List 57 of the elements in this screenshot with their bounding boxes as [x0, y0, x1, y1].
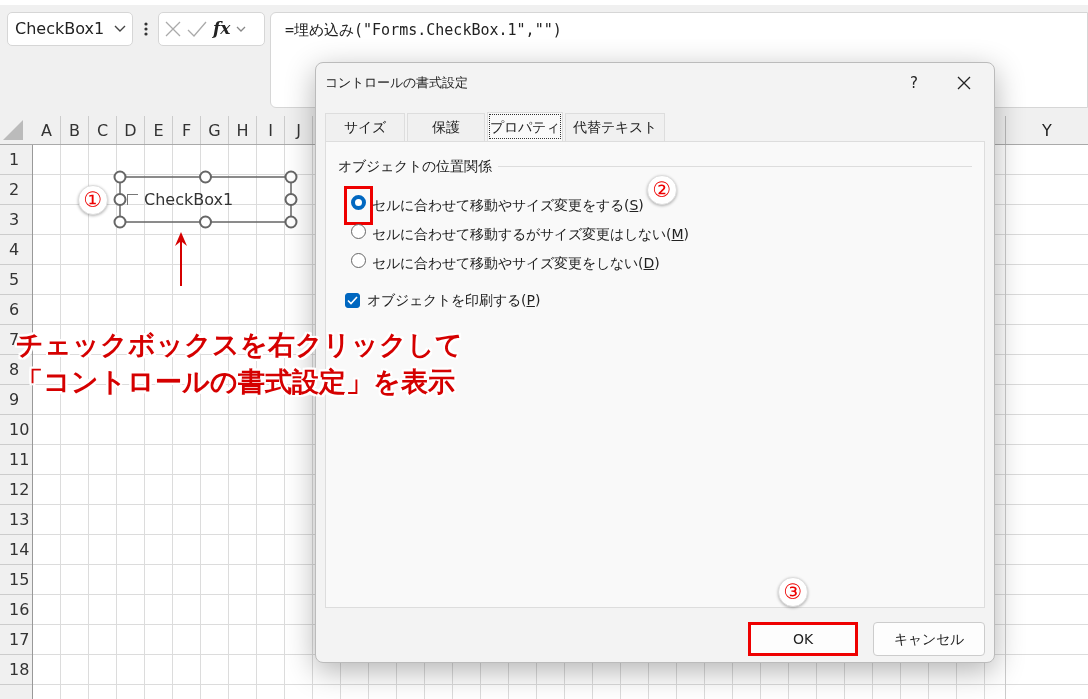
form-checkbox-control[interactable]: CheckBox1 — [113, 170, 298, 229]
ok-button[interactable]: OK — [748, 622, 858, 656]
row-header[interactable]: 11 — [0, 445, 32, 475]
tab[interactable]: 代替テキスト — [565, 113, 665, 141]
column-header[interactable]: G — [201, 116, 229, 144]
column-header[interactable]: F — [173, 116, 201, 144]
column-header[interactable]: E — [145, 116, 173, 144]
row-header[interactable]: 14 — [0, 535, 32, 565]
enter-check-icon[interactable] — [187, 21, 207, 37]
dropdown-caret-icon[interactable] — [114, 25, 126, 33]
row-header[interactable]: 10 — [0, 415, 32, 445]
checkbox[interactable] — [345, 293, 360, 308]
column-header[interactable]: H — [229, 116, 257, 144]
row-header[interactable]: 2 — [0, 175, 32, 205]
column-header[interactable]: J — [285, 116, 313, 144]
column-header[interactable]: C — [89, 116, 117, 144]
insert-function-button[interactable]: fx — [213, 16, 231, 42]
row-header[interactable]: 6 — [0, 295, 32, 325]
row-header[interactable]: 15 — [0, 565, 32, 595]
row-header[interactable]: 9 — [0, 385, 32, 415]
up-arrow — [175, 232, 187, 286]
row-header[interactable]: 5 — [0, 265, 32, 295]
name-box[interactable]: CheckBox1 — [7, 12, 133, 46]
column-header[interactable]: I — [257, 116, 285, 144]
caret-icon[interactable] — [236, 26, 247, 32]
dialog-title: コントロールの書式設定 — [325, 74, 468, 93]
row-header[interactable]: 3 — [0, 205, 32, 235]
cancel-icon[interactable] — [165, 21, 181, 37]
row-header[interactable]: 1 — [0, 145, 32, 175]
close-icon — [957, 76, 971, 90]
more-options-icon[interactable] — [143, 22, 148, 36]
row-header[interactable]: 12 — [0, 475, 32, 505]
name-box-value: CheckBox1 — [15, 18, 105, 40]
group-label: オブジェクトの位置関係 — [338, 157, 492, 176]
checkbox-label[interactable]: オブジェクトを印刷する(P) — [367, 290, 541, 311]
tab[interactable]: 保護 — [407, 113, 485, 141]
column-header[interactable]: A — [33, 116, 61, 144]
row-header[interactable]: 18 — [0, 655, 32, 685]
tab[interactable]: プロパティ — [487, 112, 563, 141]
formula-text: =埋め込み("Forms.CheckBox.1","") — [285, 21, 562, 39]
row-header[interactable]: 17 — [0, 625, 32, 655]
radio-button[interactable] — [351, 224, 366, 239]
cancel-button[interactable]: キャンセル — [873, 622, 985, 656]
column-header[interactable]: D — [117, 116, 145, 144]
column-header[interactable]: B — [61, 116, 89, 144]
row-header[interactable]: 16 — [0, 595, 32, 625]
checkbox-label: CheckBox1 — [144, 188, 234, 211]
tab[interactable]: サイズ — [325, 113, 405, 141]
help-button[interactable]: ? — [894, 71, 934, 95]
row-header[interactable]: 13 — [0, 505, 32, 535]
radio-label[interactable]: セルに合わせて移動やサイズ変更をしない(D) — [372, 253, 660, 274]
radio-button[interactable] — [351, 253, 366, 268]
column-header[interactable]: Y — [1005, 116, 1088, 144]
radio-label[interactable]: セルに合わせて移動するがサイズ変更はしない(M) — [372, 224, 690, 245]
radio-button[interactable] — [351, 195, 366, 210]
radio-label[interactable]: セルに合わせて移動やサイズ変更をする(S) — [372, 195, 644, 216]
row-header[interactable]: 4 — [0, 235, 32, 265]
